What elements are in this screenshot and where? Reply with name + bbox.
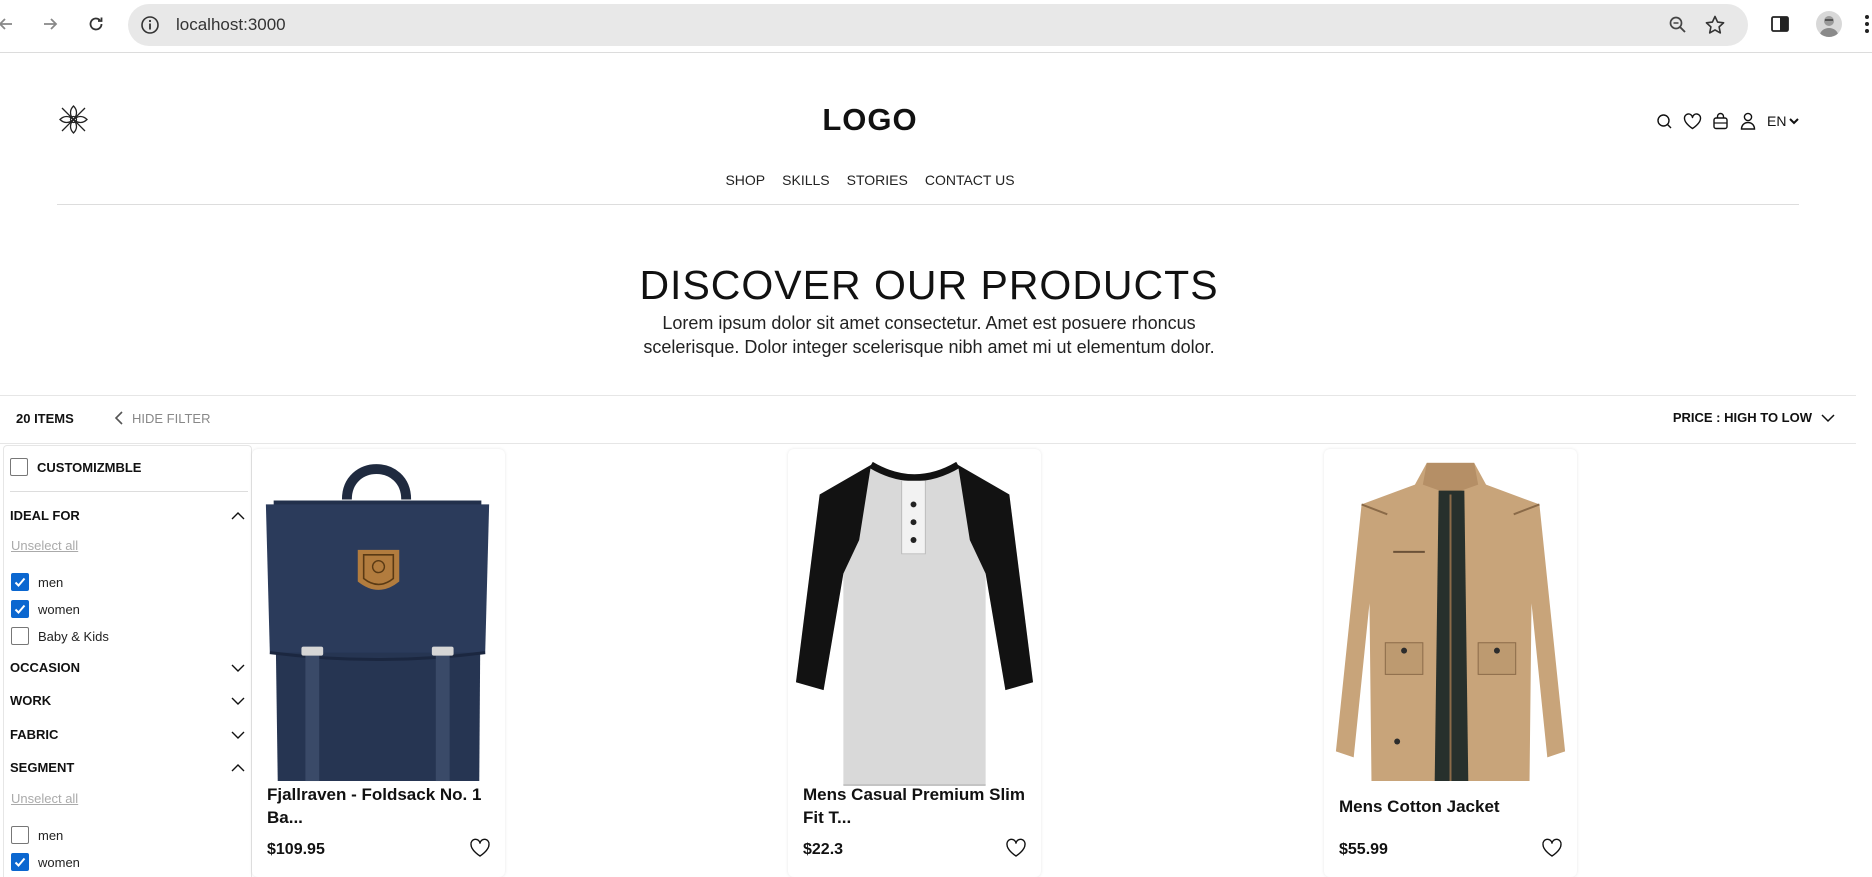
- hide-filter-label: HIDE FILTER: [132, 410, 211, 426]
- checkbox-unchecked[interactable]: [10, 458, 28, 476]
- main-nav: SHOP SKILLS STORIES CONTACT US: [0, 172, 1740, 188]
- back-arrow-icon[interactable]: [0, 12, 18, 36]
- browser-toolbar: localhost:3000: [0, 0, 1872, 53]
- heart-icon[interactable]: [1005, 837, 1027, 859]
- chevron-up-icon: [231, 763, 245, 771]
- items-count: 20 ITEMS: [16, 411, 74, 426]
- filter-group-fabric[interactable]: FABRIC: [10, 727, 246, 742]
- site-logo-text[interactable]: LOGO: [0, 102, 1740, 138]
- chevron-down-icon: [1821, 413, 1835, 422]
- product-name[interactable]: Mens Cotton Jacket: [1339, 795, 1564, 818]
- shopping-bag-icon[interactable]: [1709, 110, 1731, 132]
- nav-stories[interactable]: STORIES: [847, 172, 908, 188]
- product-price: $55.99: [1339, 841, 1388, 858]
- unselect-all-link[interactable]: Unselect all: [11, 538, 78, 553]
- url-text[interactable]: localhost:3000: [176, 15, 286, 35]
- filter-option-label: men: [38, 574, 64, 590]
- profile-avatar[interactable]: [1816, 11, 1842, 37]
- chevron-left-icon: [114, 411, 123, 425]
- side-panel-icon[interactable]: [1769, 13, 1791, 35]
- kebab-menu-icon[interactable]: [1862, 12, 1872, 36]
- product-card[interactable]: Mens Casual Premium Slim Fit T... $22.3: [788, 449, 1041, 877]
- filter-group-title: OCCASION: [10, 660, 81, 675]
- filter-option-label: Baby & Kids: [38, 628, 109, 644]
- zoom-icon[interactable]: [1668, 15, 1688, 35]
- toolbar-bottom-divider: [0, 443, 1856, 444]
- page-title: DISCOVER OUR PRODUCTS: [639, 262, 1219, 308]
- nav-contact-us[interactable]: CONTACT US: [925, 172, 1015, 188]
- reload-icon[interactable]: [84, 12, 108, 36]
- filter-group-work[interactable]: WORK: [10, 693, 246, 708]
- filter-option-men[interactable]: men: [11, 826, 63, 844]
- filter-group-ideal-for[interactable]: IDEAL FOR: [10, 508, 246, 523]
- customizable-label: CUSTOMIZMBLE: [37, 459, 142, 475]
- checkbox-unchecked[interactable]: [11, 627, 29, 645]
- customizable-checkbox[interactable]: CUSTOMIZMBLE: [10, 458, 141, 476]
- product-name[interactable]: Mens Casual Premium Slim Fit T...: [803, 783, 1028, 829]
- chevron-down-icon: [231, 731, 245, 739]
- filter-group-occasion[interactable]: OCCASION: [10, 660, 246, 675]
- chevron-down-icon: [231, 697, 245, 705]
- checkbox-checked[interactable]: [11, 573, 29, 591]
- sort-label: PRICE : HIGH TO LOW: [1672, 410, 1812, 425]
- hide-filter-button[interactable]: HIDE FILTER: [114, 410, 211, 426]
- checkbox-unchecked[interactable]: [11, 826, 29, 844]
- search-icon[interactable]: [1653, 110, 1675, 132]
- product-price: $22.3: [803, 841, 844, 858]
- filter-option-label: men: [38, 827, 64, 843]
- filter-option-women[interactable]: women: [11, 853, 80, 871]
- filter-divider: [10, 491, 248, 492]
- product-image-raglan-tshirt[interactable]: [792, 453, 1037, 787]
- unselect-all-link[interactable]: Unselect all: [11, 791, 78, 806]
- language-selector[interactable]: EN: [1767, 113, 1800, 129]
- product-card[interactable]: Mens Cotton Jacket $55.99: [1324, 449, 1577, 877]
- filter-option-men[interactable]: men: [11, 573, 63, 591]
- forward-arrow-icon[interactable]: [38, 12, 62, 36]
- filter-group-title: FABRIC: [10, 727, 59, 742]
- product-image-khaki-jacket[interactable]: [1328, 453, 1573, 787]
- chevron-down-icon: [231, 664, 245, 672]
- checkbox-checked[interactable]: [11, 853, 29, 871]
- chevron-down-icon: [1789, 118, 1800, 125]
- heart-icon[interactable]: [1541, 837, 1563, 859]
- filter-group-title: IDEAL FOR: [10, 508, 80, 523]
- nav-skills[interactable]: SKILLS: [782, 172, 829, 188]
- filter-group-segment[interactable]: SEGMENT: [10, 760, 246, 775]
- filter-option-baby-kids[interactable]: Baby & Kids: [11, 627, 109, 645]
- page-description: Lorem ipsum dolor sit amet consectetur. …: [643, 313, 1215, 357]
- header-divider: [57, 204, 1799, 205]
- address-bar[interactable]: localhost:3000: [128, 4, 1748, 46]
- toolbar-top-divider: [0, 395, 1856, 396]
- product-card[interactable]: Fjallraven - Foldsack No. 1 Ba... $109.9…: [252, 449, 505, 877]
- product-price: $109.95: [267, 841, 325, 858]
- chevron-up-icon: [231, 511, 245, 519]
- filter-option-women[interactable]: women: [11, 600, 80, 618]
- filter-option-label: women: [38, 601, 80, 617]
- language-label: EN: [1767, 113, 1787, 129]
- header-actions: EN: [1653, 110, 1800, 132]
- filter-sidebar: CUSTOMIZMBLE IDEAL FOR Unselect all men …: [3, 445, 252, 877]
- user-icon[interactable]: [1737, 110, 1759, 132]
- star-icon[interactable]: [1704, 14, 1726, 36]
- nav-shop[interactable]: SHOP: [725, 172, 765, 188]
- checkbox-checked[interactable]: [11, 600, 29, 618]
- info-icon[interactable]: [140, 15, 160, 35]
- filter-group-title: WORK: [10, 693, 52, 708]
- product-name[interactable]: Fjallraven - Foldsack No. 1 Ba...: [267, 783, 492, 829]
- product-image-backpack[interactable]: [256, 453, 501, 787]
- heart-icon[interactable]: [469, 837, 491, 859]
- sort-dropdown[interactable]: PRICE : HIGH TO LOW: [1673, 410, 1836, 425]
- heart-icon[interactable]: [1681, 110, 1703, 132]
- filter-option-label: women: [38, 854, 80, 870]
- filter-group-title: SEGMENT: [10, 760, 75, 775]
